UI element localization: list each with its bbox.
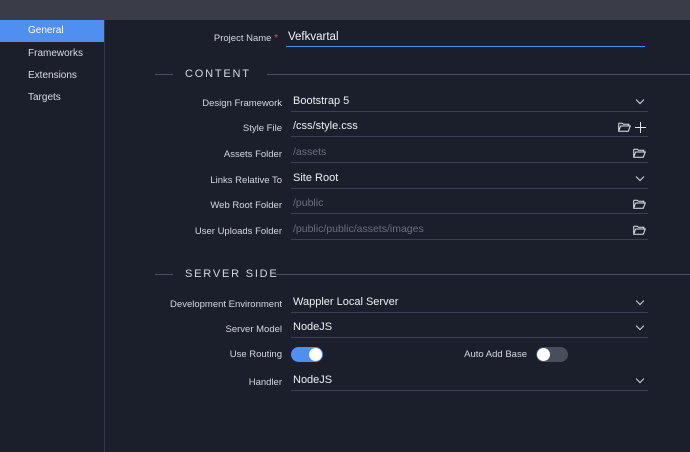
user-uploads-folder-label: User Uploads Folder [194, 226, 282, 237]
folder-open-icon[interactable] [633, 148, 646, 158]
content-section-header: CONTENT [155, 67, 690, 81]
chevron-down-icon [635, 296, 645, 306]
style-file-label: Style File [242, 123, 282, 134]
auto-add-base-label: Auto Add Base [464, 349, 527, 360]
folder-open-icon[interactable] [633, 225, 646, 235]
toggle-knob [309, 348, 322, 361]
handler-label: Handler [248, 377, 282, 388]
design-framework-label: Design Framework [202, 98, 282, 109]
section-divider [155, 74, 173, 75]
design-framework-value: Bootstrap 5 [293, 95, 350, 107]
project-name-label: Project Name * [102, 32, 278, 46]
assets-folder-label: Assets Folder [223, 149, 282, 160]
chevron-down-icon [635, 172, 645, 182]
use-routing-label: Use Routing [229, 349, 282, 360]
project-name-input[interactable]: Vefkvartal [286, 28, 645, 47]
user-uploads-folder-placeholder: /public/public/assets/images [293, 223, 424, 235]
server-model-label: Server Model [225, 324, 283, 335]
use-routing-toggle[interactable] [291, 347, 323, 362]
folder-open-icon[interactable] [633, 199, 646, 209]
handler-value: NodeJS [293, 374, 333, 386]
user-uploads-folder-input[interactable]: /public/public/assets/images [291, 221, 648, 240]
dev-environment-select[interactable]: Wappler Local Server [291, 294, 648, 313]
dev-environment-value: Wappler Local Server [293, 296, 399, 308]
links-relative-to-label: Links Relative To [210, 175, 282, 186]
project-name-label-text: Project Name [213, 33, 272, 44]
sidebar-item-targets[interactable]: Targets [0, 87, 104, 109]
handler-select[interactable]: NodeJS [291, 372, 648, 391]
plus-icon[interactable] [635, 121, 646, 133]
settings-main: Project Name * Vefkvartal CONTENT Design… [105, 20, 690, 452]
toggle-knob [537, 348, 550, 361]
server-section-header: SERVER SIDE [155, 267, 690, 281]
section-divider [267, 74, 690, 75]
style-file-value: /css/style.css [293, 120, 358, 132]
section-divider [155, 274, 173, 275]
chevron-down-icon [635, 95, 645, 105]
design-framework-select[interactable]: Bootstrap 5 [291, 93, 648, 112]
settings-sidebar: General Frameworks Extensions Targets [0, 20, 105, 452]
chevron-down-icon [635, 374, 645, 384]
dev-environment-label: Development Environment [170, 299, 282, 310]
assets-folder-placeholder: /assets [293, 146, 327, 158]
style-file-input[interactable]: /css/style.css [291, 118, 648, 137]
links-relative-to-select[interactable]: Site Root [291, 170, 648, 189]
web-root-folder-label: Web Root Folder [210, 200, 282, 211]
content-section-title: CONTENT [185, 68, 251, 80]
auto-add-base-toggle[interactable] [536, 347, 568, 362]
sidebar-item-frameworks[interactable]: Frameworks [0, 43, 104, 65]
section-divider [275, 274, 690, 275]
assets-folder-input[interactable]: /assets [291, 144, 648, 163]
folder-open-icon[interactable] [618, 122, 631, 132]
sidebar-item-extensions[interactable]: Extensions [0, 65, 104, 87]
sidebar-item-general[interactable]: General [0, 20, 104, 42]
web-root-folder-input[interactable]: /public [291, 195, 648, 214]
chevron-down-icon [635, 321, 645, 331]
web-root-folder-placeholder: /public [293, 197, 324, 209]
project-name-value: Vefkvartal [288, 31, 339, 43]
server-model-select[interactable]: NodeJS [291, 319, 648, 338]
server-model-value: NodeJS [293, 321, 333, 333]
required-mark: * [274, 33, 278, 44]
window-titlebar [0, 0, 690, 20]
links-relative-to-value: Site Root [293, 172, 339, 184]
server-section-title: SERVER SIDE [185, 268, 279, 280]
